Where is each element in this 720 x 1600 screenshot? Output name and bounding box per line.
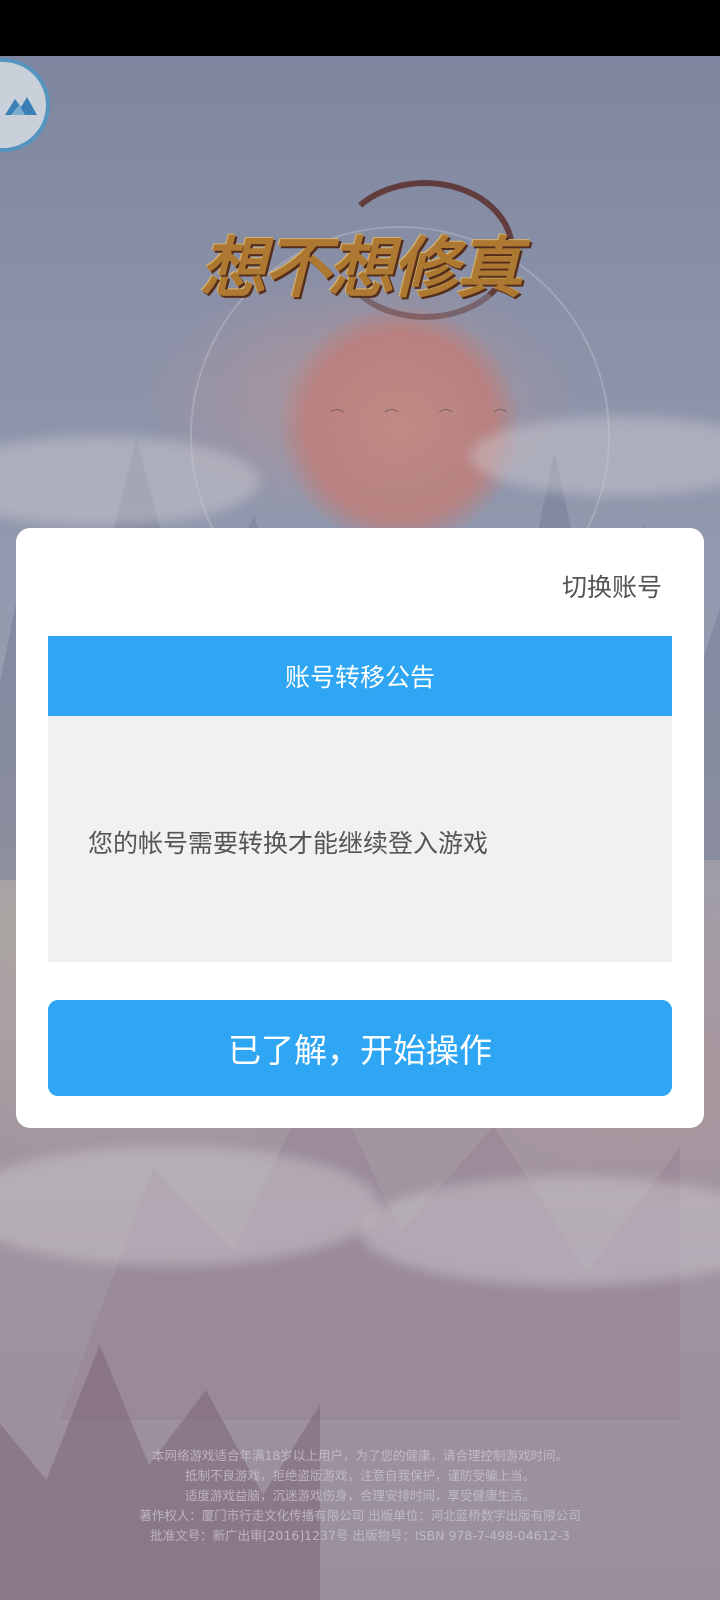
notice-body: 您的帐号需要转换才能继续登入游戏: [48, 716, 672, 962]
notice-title: 账号转移公告: [48, 636, 672, 716]
notice-title-text: 账号转移公告: [284, 663, 435, 692]
status-bar: [0, 0, 720, 56]
notice-message: 您的帐号需要转换才能继续登入游戏: [88, 829, 489, 858]
confirm-start-button[interactable]: 已了解，开始操作: [48, 1000, 672, 1096]
account-transfer-dialog: 切换账号 账号转移公告 您的帐号需要转换才能继续登入游戏 已了解，开始操作: [16, 528, 704, 1128]
switch-account-link[interactable]: 切换账号: [562, 568, 662, 604]
